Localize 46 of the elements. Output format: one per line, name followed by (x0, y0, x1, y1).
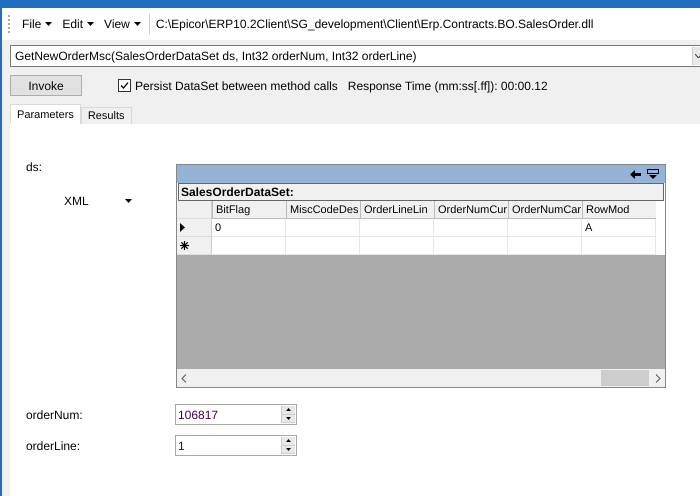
invoke-button[interactable]: Invoke (10, 75, 82, 96)
menu-item[interactable]: Edit (58, 15, 98, 33)
caret-icon (124, 199, 132, 203)
column-header[interactable]: RowMod (582, 201, 656, 219)
corner-header (177, 201, 212, 219)
grid-cell[interactable]: A (582, 219, 656, 237)
chevron-left-icon[interactable] (181, 374, 187, 382)
grid-cell[interactable] (286, 219, 360, 237)
chevron-down-icon (694, 54, 700, 58)
row-header[interactable] (177, 219, 212, 237)
column-header[interactable]: BitFlag (212, 201, 286, 219)
assembly-path: C:\Epicor\ERP10.2Client\SG_development\Client\Erp.Contracts.BO.SalesOrder.dll (156, 17, 594, 31)
caret-icon (87, 22, 94, 26)
grid-cell[interactable] (508, 219, 582, 237)
param-label: ds: (26, 160, 44, 174)
grid-caption: SalesOrderDataSet: (178, 183, 664, 201)
asterisk-icon (180, 241, 189, 250)
column-header[interactable]: OrderNumCar (508, 201, 582, 219)
column-header[interactable]: MiscCodeDes (286, 201, 360, 219)
response-time: Response Time (mm:ss[.ff]): 00:00.12 (348, 78, 548, 92)
grid-cell[interactable] (360, 219, 434, 237)
menu-item[interactable]: File (18, 15, 56, 33)
persist-label: Persist DataSet between method calls (135, 78, 338, 92)
scrollbar-thumb[interactable] (601, 370, 649, 386)
grid-cell[interactable] (434, 219, 508, 237)
number-spinner[interactable]: 106817 (175, 404, 297, 425)
persist-checkbox[interactable] (118, 79, 131, 92)
tab[interactable]: Results (80, 107, 132, 124)
column-header[interactable]: OrderLineLin (360, 201, 434, 219)
grid-cell[interactable]: 0 (212, 219, 286, 237)
caret-icon (134, 22, 141, 26)
arrow-left-icon[interactable] (630, 170, 641, 178)
caret-icon (45, 22, 52, 26)
horizontal-scrollbar[interactable] (177, 369, 665, 387)
row-pointer-icon (180, 223, 185, 232)
column-header[interactable]: OrderNumCur (434, 201, 508, 219)
row-header[interactable] (177, 237, 212, 255)
chevron-right-icon[interactable] (655, 374, 661, 382)
collapse-icon[interactable] (647, 169, 659, 179)
number-spinner[interactable]: 1 (175, 435, 297, 456)
param-label: orderLine: (26, 438, 82, 452)
param-label: orderNum: (26, 408, 84, 422)
method-dropdown[interactable]: GetNewOrderMsc(SalesOrderDataSet ds, Int32 orderNum, Int32 orderLine) (10, 45, 700, 67)
menu-item[interactable]: View (100, 15, 145, 33)
format-dropdown[interactable]: XML (64, 194, 89, 208)
tab[interactable]: Parameters (10, 104, 81, 124)
